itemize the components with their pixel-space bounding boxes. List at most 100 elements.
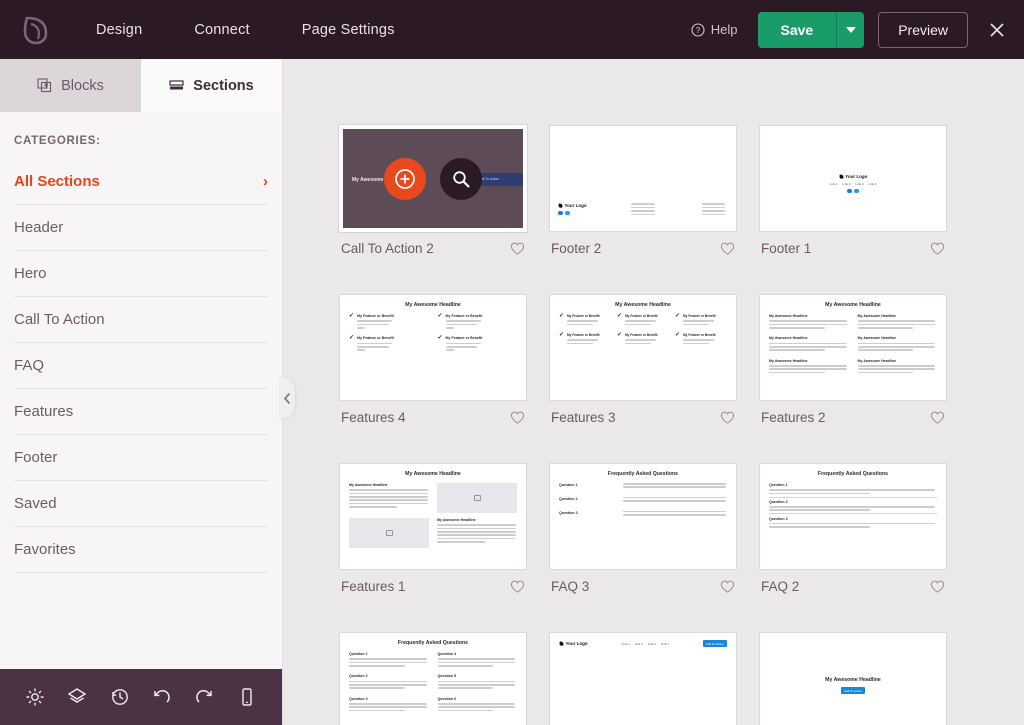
- save-dropdown-button[interactable]: [836, 12, 864, 48]
- mini-preview-features3: My Awesome Headline ✓My Feature or Benef…: [550, 295, 736, 400]
- card-title: FAQ 2: [761, 579, 799, 594]
- check-icon: ✓: [675, 333, 680, 346]
- section-thumbnail[interactable]: My Awesome Headline My Awesome Headline …: [759, 294, 947, 401]
- save-button-group: Save: [758, 12, 865, 48]
- add-section-button[interactable]: [384, 158, 426, 200]
- undo-icon[interactable]: [151, 686, 173, 708]
- mini-logo: Your Logo: [760, 174, 946, 179]
- heart-outline-icon[interactable]: [720, 241, 735, 256]
- mini-question-grid: Question 1 Question 4 Question 2 Questio…: [349, 652, 517, 713]
- check-icon: ✓: [349, 314, 354, 330]
- chevron-right-icon: ›: [263, 173, 268, 190]
- mini-preview-features4: My Awesome Headline ✓My Feature or Benef…: [340, 295, 526, 400]
- nav-item-page-settings[interactable]: Page Settings: [276, 22, 421, 38]
- section-thumbnail[interactable]: My Awesome Headline My Awesome Headline …: [339, 463, 527, 570]
- plus-circle-icon: [394, 168, 416, 190]
- facebook-icon: [847, 189, 852, 194]
- tab-sections-label: Sections: [193, 78, 253, 94]
- mini-feature-grid: ✓My Feature or Benefit ✓My Feature or Be…: [349, 314, 517, 353]
- tab-sections[interactable]: Sections: [141, 59, 282, 112]
- blocks-icon: [37, 78, 52, 93]
- check-icon: ✓: [559, 333, 564, 346]
- card-label-row: Features 4: [339, 401, 527, 425]
- sidebar-item-label: All Sections: [14, 173, 100, 190]
- mini-social-links: [760, 189, 946, 194]
- section-thumbnail[interactable]: My Awesome Headline ✓My Feature or Benef…: [549, 294, 737, 401]
- section-card[interactable]: My Awesome Headline ✓My Feature or Benef…: [339, 294, 527, 425]
- section-thumbnail[interactable]: My Awesome Headline Call To Action: [339, 125, 527, 232]
- twitter-icon: [854, 189, 859, 194]
- section-card[interactable]: Frequently Asked Questions Question 1 Qu…: [339, 632, 527, 725]
- section-card[interactable]: Your Logo Link 1 Link 2 Link 3 Link 4: [759, 125, 947, 256]
- sidebar-item-label: FAQ: [14, 357, 44, 374]
- mini-preview-faq2: Frequently Asked Questions Question 1 Qu…: [760, 464, 946, 569]
- sidebar-item-header[interactable]: Header: [14, 205, 268, 251]
- section-thumbnail[interactable]: Your Logo Link 1 Link 2 Link 3 Link 4 Ca…: [549, 632, 737, 725]
- check-icon: ✓: [617, 333, 622, 346]
- check-icon: ✓: [559, 314, 564, 327]
- section-card[interactable]: Frequently Asked Questions Question 1 Qu…: [759, 463, 947, 594]
- check-icon: ✓: [675, 314, 680, 327]
- mini-logo: Your Logo: [558, 203, 587, 208]
- nav-item-design[interactable]: Design: [70, 22, 168, 38]
- section-card[interactable]: My Awesome Headline My Awesome Headline …: [339, 463, 527, 594]
- section-thumbnail[interactable]: Frequently Asked Questions Question 1 Qu…: [339, 632, 527, 725]
- sidebar-item-hero[interactable]: Hero: [14, 251, 268, 297]
- sidebar-item-saved[interactable]: Saved: [14, 481, 268, 527]
- sidebar-item-favorites[interactable]: Favorites: [14, 527, 268, 573]
- mini-preview-footer2: Your Logo: [550, 126, 736, 231]
- preview-button[interactable]: Preview: [878, 12, 968, 48]
- history-icon[interactable]: [109, 686, 131, 708]
- section-thumbnail[interactable]: Frequently Asked Questions Question 1 Qu…: [759, 463, 947, 570]
- heart-outline-icon[interactable]: [720, 410, 735, 425]
- mini-headline: Frequently Asked Questions: [769, 471, 937, 477]
- mini-headline: Frequently Asked Questions: [349, 640, 517, 646]
- heart-outline-icon[interactable]: [510, 241, 525, 256]
- nav-item-connect[interactable]: Connect: [168, 22, 275, 38]
- section-thumbnail[interactable]: My Awesome Headline Call To Action: [759, 632, 947, 725]
- sidebar-item-label: Features: [14, 403, 73, 420]
- sidebar-item-features[interactable]: Features: [14, 389, 268, 435]
- sidebar-item-all-sections[interactable]: All Sections ›: [14, 159, 268, 205]
- heart-outline-icon[interactable]: [720, 579, 735, 594]
- gear-icon[interactable]: [24, 686, 46, 708]
- help-button[interactable]: ? Help: [691, 22, 738, 37]
- mobile-icon[interactable]: [236, 686, 258, 708]
- sidebar-footer-toolbar: [0, 669, 282, 725]
- sidebar-item-call-to-action[interactable]: Call To Action: [14, 297, 268, 343]
- mini-preview-footer1: Your Logo Link 1 Link 2 Link 3 Link 4: [760, 126, 946, 231]
- tab-blocks[interactable]: Blocks: [0, 59, 141, 112]
- mini-headline: My Awesome Headline: [769, 302, 937, 308]
- mini-feature-grid: ✓My Feature or Benefit ✓My Feature or Be…: [559, 314, 727, 346]
- layers-icon[interactable]: [66, 686, 88, 708]
- heart-outline-icon[interactable]: [930, 410, 945, 425]
- mini-preview-faq3: Frequently Asked Questions Question 1 Qu…: [550, 464, 736, 569]
- heart-outline-icon[interactable]: [510, 410, 525, 425]
- sidebar-item-faq[interactable]: FAQ: [14, 343, 268, 389]
- app-logo[interactable]: [0, 15, 70, 45]
- redo-icon[interactable]: [193, 686, 215, 708]
- section-card[interactable]: Your Logo Footer 2: [549, 125, 737, 256]
- leaf-logo-icon: [22, 15, 48, 45]
- section-thumbnail[interactable]: Frequently Asked Questions Question 1 Qu…: [549, 463, 737, 570]
- section-card[interactable]: Frequently Asked Questions Question 1 Qu…: [549, 463, 737, 594]
- section-card[interactable]: Your Logo Link 1 Link 2 Link 3 Link 4 Ca…: [549, 632, 737, 725]
- close-icon: [988, 21, 1006, 39]
- close-button[interactable]: [984, 17, 1010, 43]
- section-thumbnail[interactable]: Your Logo: [549, 125, 737, 232]
- top-bar: Design Connect Page Settings ? Help Save…: [0, 0, 1024, 59]
- section-card[interactable]: My Awesome Headline Call To Action Call …: [759, 632, 947, 725]
- mini-cta-button: Call To Action: [703, 640, 727, 647]
- section-thumbnail[interactable]: Your Logo Link 1 Link 2 Link 3 Link 4: [759, 125, 947, 232]
- sidebar-collapse-handle[interactable]: [279, 377, 295, 419]
- section-card[interactable]: My Awesome Headline My Awesome Headline …: [759, 294, 947, 425]
- section-card[interactable]: My Awesome Headline ✓My Feature or Benef…: [549, 294, 737, 425]
- sidebar-item-footer[interactable]: Footer: [14, 435, 268, 481]
- preview-section-button[interactable]: [440, 158, 482, 200]
- heart-outline-icon[interactable]: [930, 241, 945, 256]
- save-button[interactable]: Save: [758, 12, 837, 48]
- heart-outline-icon[interactable]: [930, 579, 945, 594]
- section-card[interactable]: My Awesome Headline Call To Action: [339, 125, 527, 256]
- heart-outline-icon[interactable]: [510, 579, 525, 594]
- section-thumbnail[interactable]: My Awesome Headline ✓My Feature or Benef…: [339, 294, 527, 401]
